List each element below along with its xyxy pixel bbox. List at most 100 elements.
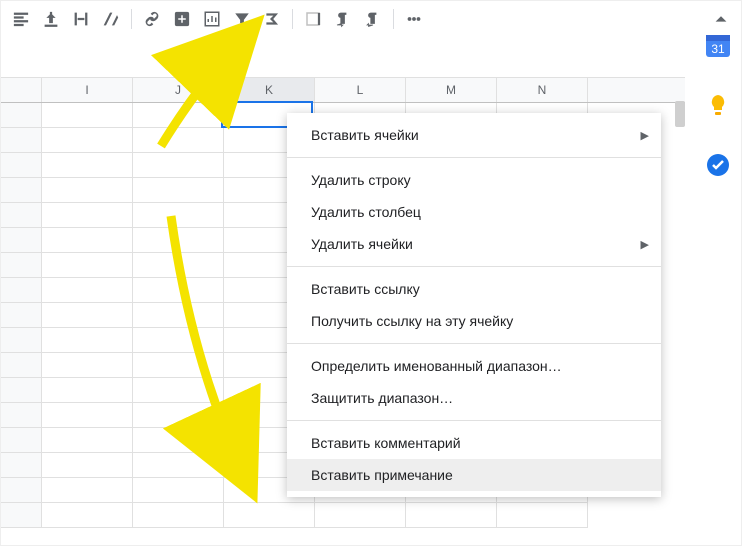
cell[interactable]	[133, 453, 224, 478]
cell[interactable]	[315, 503, 406, 528]
menu-item[interactable]: Получить ссылку на эту ячейку	[287, 305, 661, 337]
rtl-icon[interactable]	[359, 5, 387, 33]
ltr-icon[interactable]	[329, 5, 357, 33]
keep-icon[interactable]	[702, 89, 734, 121]
menu-item[interactable]: Вставить ссылку	[287, 273, 661, 305]
cell[interactable]	[42, 453, 133, 478]
more-icon[interactable]	[400, 5, 428, 33]
cell[interactable]	[42, 153, 133, 178]
menu-item[interactable]: Вставить примечание	[287, 459, 661, 491]
cell[interactable]	[42, 128, 133, 153]
cell[interactable]	[42, 178, 133, 203]
cell[interactable]	[42, 303, 133, 328]
col-header[interactable]: J	[133, 78, 224, 102]
insert-comment-icon[interactable]	[168, 5, 196, 33]
filter-icon[interactable]	[228, 5, 256, 33]
row-header[interactable]	[1, 153, 42, 178]
text-wrap-icon[interactable]	[67, 5, 95, 33]
row-header[interactable]	[1, 328, 42, 353]
cell[interactable]	[42, 103, 133, 128]
col-header[interactable]: M	[406, 78, 497, 102]
cell[interactable]	[133, 153, 224, 178]
row-header[interactable]	[1, 353, 42, 378]
align-vertical-icon[interactable]	[37, 5, 65, 33]
cell[interactable]	[133, 128, 224, 153]
cell[interactable]	[133, 503, 224, 528]
rotate-text-icon[interactable]	[97, 5, 125, 33]
row-header[interactable]	[1, 253, 42, 278]
col-header-selected[interactable]: K	[224, 78, 315, 102]
tasks-icon[interactable]	[702, 149, 734, 181]
cell[interactable]	[133, 278, 224, 303]
row-header[interactable]	[1, 103, 42, 128]
row-header[interactable]	[1, 453, 42, 478]
cell[interactable]	[133, 478, 224, 503]
cell[interactable]	[42, 403, 133, 428]
cell[interactable]	[42, 278, 133, 303]
menu-item[interactable]: Удалить строку	[287, 164, 661, 196]
separator	[292, 9, 293, 29]
cell[interactable]	[42, 203, 133, 228]
row-header[interactable]	[1, 403, 42, 428]
align-left-icon[interactable]	[7, 5, 35, 33]
col-header[interactable]: L	[315, 78, 406, 102]
svg-text:31: 31	[711, 42, 725, 56]
cell[interactable]	[133, 328, 224, 353]
cell[interactable]	[42, 253, 133, 278]
cell[interactable]	[133, 228, 224, 253]
cell[interactable]	[133, 203, 224, 228]
separator	[393, 9, 394, 29]
row-header[interactable]	[1, 428, 42, 453]
menu-item[interactable]: Удалить ячейки▶	[287, 228, 661, 260]
cell[interactable]	[42, 328, 133, 353]
link-icon[interactable]	[138, 5, 166, 33]
menu-item[interactable]: Вставить ячейки▶	[287, 119, 661, 151]
cell[interactable]	[133, 353, 224, 378]
cell[interactable]	[133, 403, 224, 428]
menu-item[interactable]: Удалить столбец	[287, 196, 661, 228]
row-header[interactable]	[1, 503, 42, 528]
cell[interactable]	[133, 428, 224, 453]
cell[interactable]	[42, 478, 133, 503]
cell[interactable]	[42, 228, 133, 253]
row-header[interactable]	[1, 228, 42, 253]
border-right-icon[interactable]	[299, 5, 327, 33]
select-all-cell[interactable]	[1, 78, 42, 102]
menu-separator	[287, 266, 661, 267]
row-header[interactable]	[1, 478, 42, 503]
menu-separator	[287, 420, 661, 421]
cell[interactable]	[133, 103, 224, 128]
context-menu: Вставить ячейки▶ Удалить строкуУдалить ст…	[287, 113, 661, 497]
cell[interactable]	[133, 303, 224, 328]
cell[interactable]	[133, 378, 224, 403]
functions-icon[interactable]	[258, 5, 286, 33]
column-headers: I J K L M N	[1, 77, 685, 103]
row-header[interactable]	[1, 203, 42, 228]
separator	[131, 9, 132, 29]
menu-item[interactable]: Определить именованный диапазон…	[287, 350, 661, 382]
cell[interactable]	[497, 503, 588, 528]
cell[interactable]	[42, 428, 133, 453]
cell[interactable]	[42, 378, 133, 403]
cell[interactable]	[42, 353, 133, 378]
cell[interactable]	[133, 253, 224, 278]
cell[interactable]	[42, 503, 133, 528]
row-header[interactable]	[1, 303, 42, 328]
row-header[interactable]	[1, 178, 42, 203]
menu-item[interactable]: Вставить комментарий	[287, 427, 661, 459]
row[interactable]	[1, 503, 685, 528]
cell[interactable]	[224, 503, 315, 528]
cell[interactable]	[133, 178, 224, 203]
cell[interactable]	[406, 503, 497, 528]
calendar-icon[interactable]: 31	[702, 29, 734, 61]
menu-separator	[287, 157, 661, 158]
col-header[interactable]: N	[497, 78, 588, 102]
row-header[interactable]	[1, 278, 42, 303]
insert-chart-icon[interactable]	[198, 5, 226, 33]
row-header[interactable]	[1, 128, 42, 153]
menu-item[interactable]: Защитить диапазон…	[287, 382, 661, 414]
menu-separator	[287, 343, 661, 344]
submenu-arrow-icon: ▶	[641, 129, 649, 142]
col-header[interactable]: I	[42, 78, 133, 102]
row-header[interactable]	[1, 378, 42, 403]
